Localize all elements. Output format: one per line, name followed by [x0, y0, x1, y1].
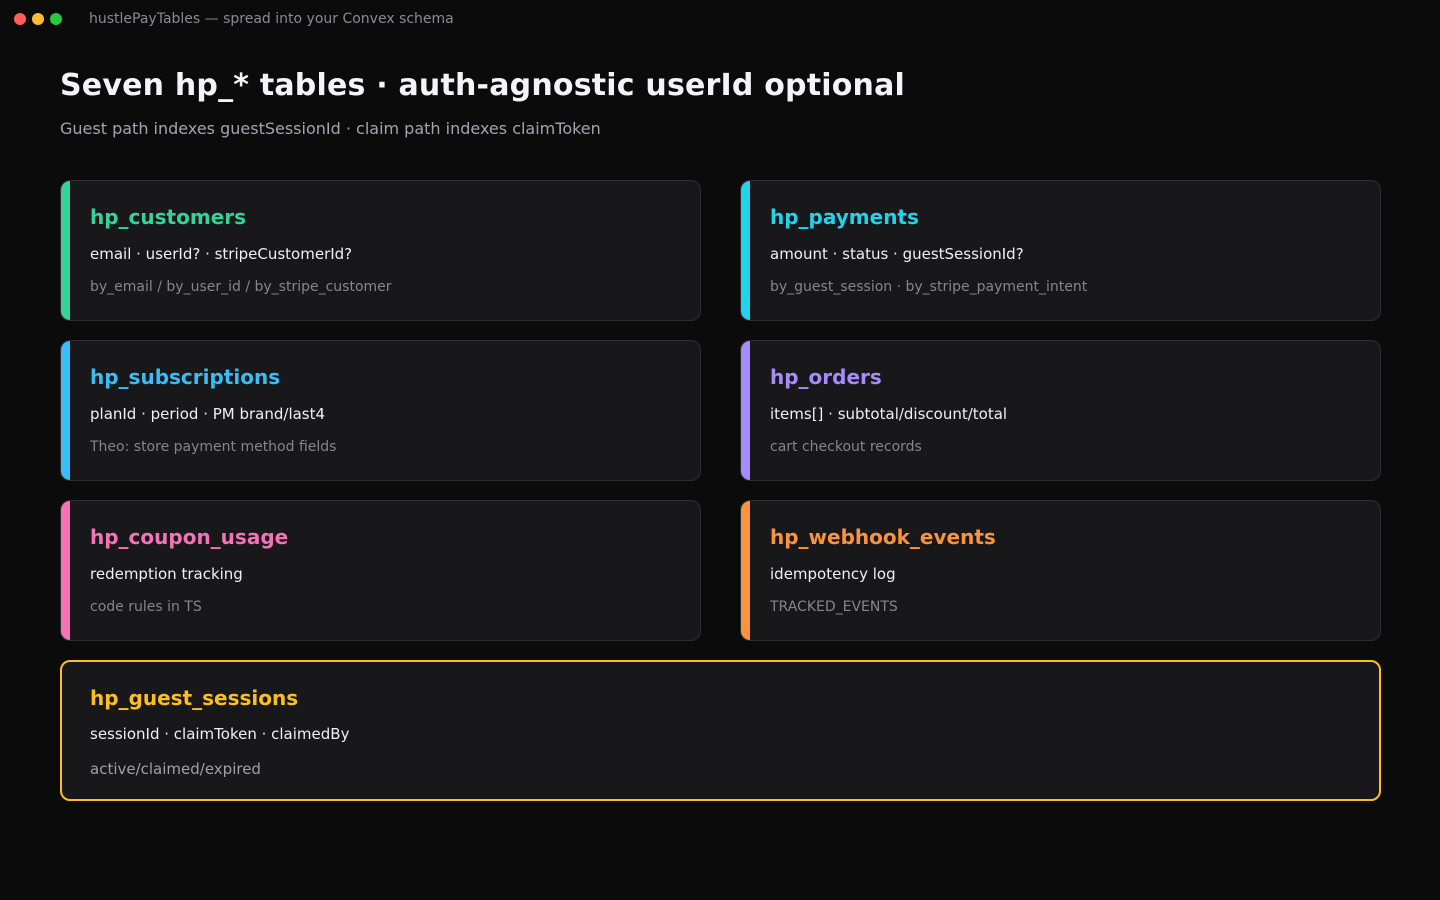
card-accent-bar — [741, 181, 750, 320]
table-name: hp_webhook_events — [770, 525, 996, 549]
traffic-lights — [14, 13, 62, 25]
window-titlebar: hustlePayTables — spread into your Conve… — [0, 0, 1440, 38]
table-fields: items[] · subtotal/discount/total — [770, 405, 1008, 423]
maximize-window-button[interactable] — [50, 13, 62, 25]
table-name: hp_guest_sessions — [90, 686, 299, 710]
close-window-button[interactable] — [14, 13, 26, 25]
card-accent-bar — [741, 501, 750, 640]
card-accent-bar — [741, 341, 750, 480]
table-note: cart checkout records — [770, 439, 922, 455]
table-indexes: by_guest_session · by_stripe_payment_int… — [770, 279, 1088, 295]
table-note: Theo: store payment method fields — [90, 439, 337, 455]
table-name: hp_subscriptions — [90, 365, 281, 389]
table-card-payments: hp_payments amount · status · guestSessi… — [740, 180, 1381, 321]
table-fields: planId · period · PM brand/last4 — [90, 405, 326, 423]
table-card-coupon-usage: hp_coupon_usage redemption tracking code… — [60, 500, 701, 641]
table-indexes: by_email / by_user_id / by_stripe_custom… — [90, 279, 392, 295]
page-subtitle: Guest path indexes guestSessionId · clai… — [60, 119, 601, 138]
window-title: hustlePayTables — spread into your Conve… — [89, 11, 454, 27]
card-accent-bar — [61, 501, 70, 640]
page-title: Seven hp_* tables · auth-agnostic userId… — [60, 68, 906, 103]
table-fields: sessionId · claimToken · claimedBy — [90, 725, 350, 743]
table-fields: idempotency log — [770, 565, 896, 583]
table-note: code rules in TS — [90, 599, 202, 615]
table-name: hp_payments — [770, 205, 919, 229]
table-card-guest-sessions: hp_guest_sessions sessionId · claimToken… — [60, 660, 1381, 801]
table-name: hp_customers — [90, 205, 247, 229]
table-card-customers: hp_customers email · userId? · stripeCus… — [60, 180, 701, 321]
table-name: hp_orders — [770, 365, 882, 389]
card-accent-bar — [61, 341, 70, 480]
table-fields: email · userId? · stripeCustomerId? — [90, 245, 353, 263]
table-name: hp_coupon_usage — [90, 525, 289, 549]
table-card-webhook-events: hp_webhook_events idempotency log TRACKE… — [740, 500, 1381, 641]
card-accent-bar — [61, 181, 70, 320]
minimize-window-button[interactable] — [32, 13, 44, 25]
table-note: active/claimed/expired — [90, 760, 261, 778]
table-fields: amount · status · guestSessionId? — [770, 245, 1024, 263]
table-note: TRACKED_EVENTS — [770, 599, 898, 615]
table-card-subscriptions: hp_subscriptions planId · period · PM br… — [60, 340, 701, 481]
table-card-orders: hp_orders items[] · subtotal/discount/to… — [740, 340, 1381, 481]
table-fields: redemption tracking — [90, 565, 243, 583]
